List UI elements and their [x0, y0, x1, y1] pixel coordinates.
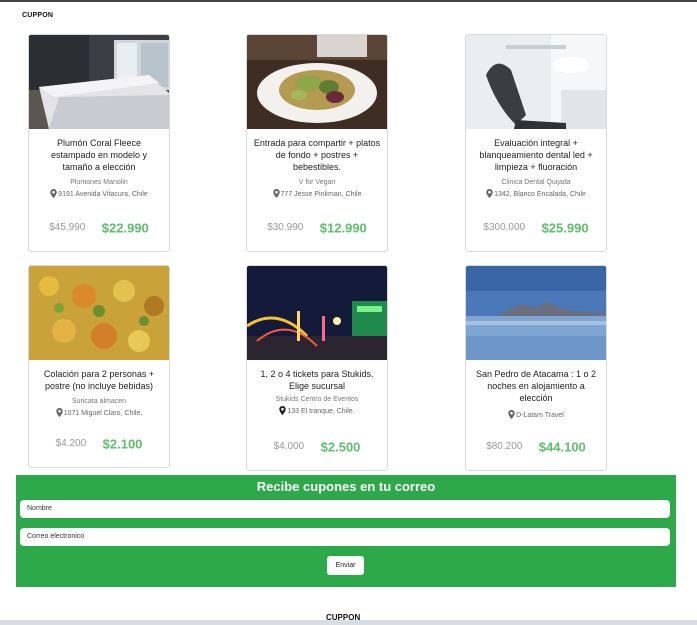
- deal-new-price: $22.990: [101, 220, 149, 236]
- map-pin-icon: [272, 189, 280, 198]
- deal-image-food[interactable]: [29, 266, 169, 360]
- deal-new-price: $12.990: [319, 220, 367, 236]
- deal-card[interactable]: Entrada para compartir + platos de fondo…: [246, 34, 388, 252]
- top-border: [0, 0, 697, 2]
- deal-merchant: Clinica Dental Quijada: [501, 179, 571, 186]
- deal-card[interactable]: Evaluación integral + blanqueamiento den…: [465, 34, 607, 252]
- map-pin-icon: [55, 408, 63, 417]
- deal-address: 133 El tranque, Chile.: [247, 406, 387, 415]
- deal-image-salad[interactable]: [247, 35, 387, 129]
- deal-old-price: $4.000: [273, 441, 305, 453]
- deal-new-price: $25.990: [541, 220, 589, 236]
- map-pin-icon: [279, 406, 287, 415]
- deal-old-price: $300.000: [483, 222, 526, 234]
- map-pin-icon: [508, 410, 515, 419]
- deal-prices: $80.200 $44.100: [466, 438, 606, 456]
- deal-address: 9191 Avenida Vitacura, Chile: [29, 189, 169, 198]
- deal-address: 1342, Blanco Encalada, Chile: [466, 189, 606, 198]
- deal-title[interactable]: Entrada para compartir + platos de fondo…: [247, 129, 387, 173]
- name-field[interactable]: Nombre: [20, 500, 670, 518]
- deal-new-price: $44.100: [538, 439, 586, 455]
- deal-prices: $45.990 $22.990: [29, 219, 169, 237]
- deal-old-price: $30.990: [267, 222, 304, 234]
- deal-image-fair[interactable]: [247, 266, 387, 360]
- deal-address: 777 Jesse Pinkman, Chile: [247, 189, 387, 198]
- map-pin-icon: [486, 189, 493, 198]
- deal-address-text: 777 Jesse Pinkman, Chile: [280, 191, 362, 198]
- bottom-bar: [0, 620, 697, 625]
- deal-address-text: 1071 Miguel Claro, Chile.: [63, 410, 143, 417]
- deal-prices: $4.200 $2.100: [29, 435, 169, 453]
- deal-merchant: Plumones Manolin: [70, 179, 128, 186]
- deal-merchant: Stukids Centro de Eventos: [275, 396, 359, 403]
- deal-card[interactable]: San Pedro de Atacama : 1 o 2 noches en a…: [465, 265, 607, 471]
- deal-title[interactable]: 1, 2 o 4 tickets para Stukids. Elige suc…: [247, 360, 387, 392]
- deal-title[interactable]: Evaluación integral + blanqueamiento den…: [466, 129, 606, 173]
- deal-image-bedroom[interactable]: [29, 35, 169, 129]
- deal-title[interactable]: Colación para 2 personas + postre (no in…: [29, 360, 169, 392]
- newsletter-title: Recibe cupones en tu correo: [256, 479, 436, 494]
- deal-old-price: $80.200: [486, 441, 523, 453]
- map-pin-icon: [50, 189, 57, 198]
- deal-old-price: $45.990: [49, 222, 86, 234]
- deal-card[interactable]: Colación para 2 personas + postre (no in…: [28, 265, 170, 468]
- deal-address-text: 1342, Blanco Encalada, Chile: [494, 191, 586, 198]
- deal-address-text: 9191 Avenida Vitacura, Chile: [58, 191, 148, 198]
- email-field[interactable]: Correo electronico: [20, 528, 670, 546]
- deal-address-text: 133 El tranque, Chile.: [287, 408, 355, 415]
- deal-address-text: D-Latam Travel: [516, 412, 564, 419]
- deal-address: 1071 Miguel Claro, Chile.: [29, 408, 169, 417]
- deal-new-price: $2.100: [102, 436, 143, 452]
- deal-prices: $30.990 $12.990: [247, 219, 387, 237]
- newsletter-section: Recibe cupones en tu correo Nombre Corre…: [16, 475, 676, 587]
- deal-title[interactable]: San Pedro de Atacama : 1 o 2 noches en a…: [466, 360, 606, 404]
- deal-merchant: Suricata almacen: [71, 398, 127, 405]
- deal-card[interactable]: 1, 2 o 4 tickets para Stukids. Elige suc…: [246, 265, 388, 471]
- deal-prices: $300.000 $25.990: [466, 219, 606, 237]
- deal-old-price: $4.200: [55, 438, 87, 450]
- brand-logo[interactable]: CUPPON: [22, 12, 53, 19]
- deal-image-dental[interactable]: [466, 35, 606, 129]
- deal-address: D-Latam Travel: [466, 410, 606, 419]
- deal-title[interactable]: Plumón Coral Fleece estampado en modelo …: [29, 129, 169, 173]
- deal-prices: $4.000 $2.500: [247, 438, 387, 456]
- submit-button[interactable]: Enviar: [327, 556, 364, 575]
- deal-merchant: V for Vegan: [298, 179, 336, 186]
- deal-new-price: $2.500: [320, 439, 361, 455]
- deal-image-lake[interactable]: [466, 266, 606, 360]
- deal-card[interactable]: Plumón Coral Fleece estampado en modelo …: [28, 34, 170, 252]
